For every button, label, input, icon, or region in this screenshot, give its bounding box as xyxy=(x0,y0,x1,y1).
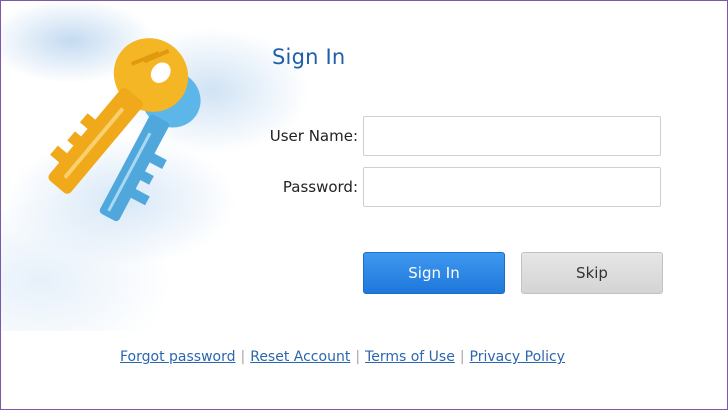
password-label: Password: xyxy=(282,178,358,196)
page-title: Sign In xyxy=(272,45,346,69)
separator: | xyxy=(240,349,246,365)
privacy-policy-link[interactable]: Privacy Policy xyxy=(470,349,565,365)
separator: | xyxy=(459,349,465,365)
footer-links: Forgot password | Reset Account | Terms of U… xyxy=(120,349,565,365)
forgot-password-link[interactable]: Forgot password xyxy=(120,349,236,365)
terms-of-use-link[interactable]: Terms of Use xyxy=(365,349,455,365)
password-input[interactable] xyxy=(363,167,661,207)
sign-in-button[interactable]: Sign In xyxy=(363,252,505,294)
separator: | xyxy=(355,349,361,365)
reset-account-link[interactable]: Reset Account xyxy=(250,349,350,365)
username-label: User Name: xyxy=(269,127,358,145)
skip-button[interactable]: Skip xyxy=(521,252,663,294)
username-input[interactable] xyxy=(363,116,661,156)
keys-icon xyxy=(48,38,201,222)
sign-in-dialog: Sign In User Name: Password: Sign In Ski… xyxy=(0,0,728,410)
